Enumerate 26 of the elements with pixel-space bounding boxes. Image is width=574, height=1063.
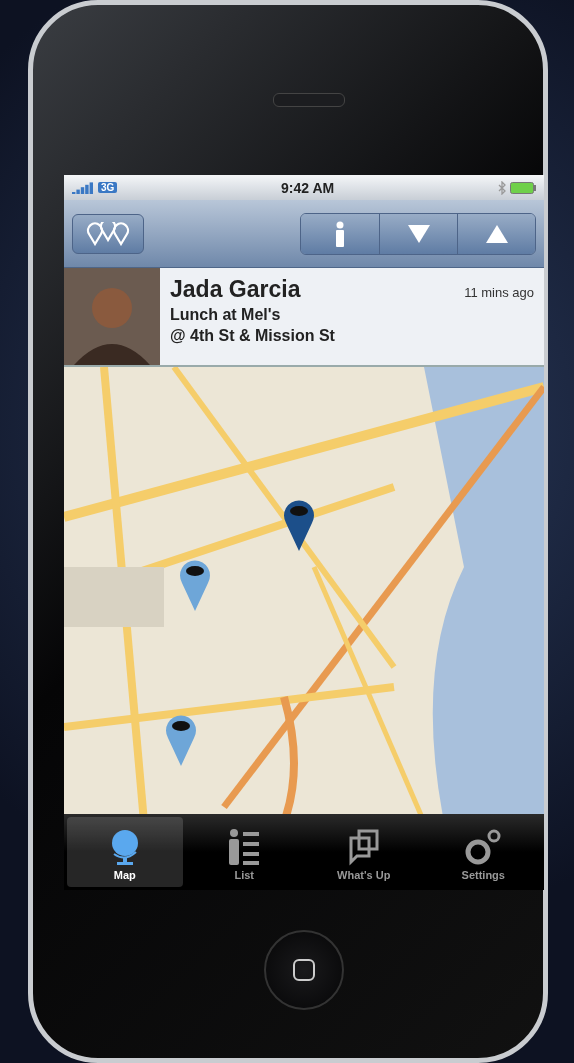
rounded-square-icon	[292, 958, 316, 982]
clock-text: 9:42 AM	[280, 179, 336, 196]
tab[interactable]: List	[186, 817, 302, 887]
up-triangle-icon	[485, 224, 508, 243]
person-icon	[334, 220, 346, 247]
pins-icon	[85, 221, 131, 246]
segmented-control[interactable]	[300, 212, 536, 255]
speaker-grille	[273, 93, 345, 107]
timestamp: 11 mins ago	[464, 285, 534, 300]
location-text: @ 4th St & Mission St	[170, 327, 336, 345]
previous-button[interactable]	[457, 213, 535, 254]
tab[interactable]: What's Up	[306, 817, 422, 887]
gears-icon	[465, 828, 502, 866]
contact-name: Jada Garcia	[170, 276, 301, 303]
down-triangle-icon	[407, 224, 430, 243]
battery-icon	[510, 181, 536, 194]
activity-text: Lunch at Mel's	[170, 306, 282, 324]
next-button[interactable]	[379, 213, 457, 254]
tab[interactable]: Map	[67, 817, 183, 887]
group-button[interactable]	[72, 213, 144, 254]
tab[interactable]: Settings	[425, 817, 541, 887]
signal-icon	[72, 181, 94, 194]
bluetooth-icon	[498, 180, 506, 195]
person-list-icon	[227, 828, 262, 866]
info-button[interactable]	[301, 213, 379, 254]
network-label: 3G	[98, 182, 118, 193]
